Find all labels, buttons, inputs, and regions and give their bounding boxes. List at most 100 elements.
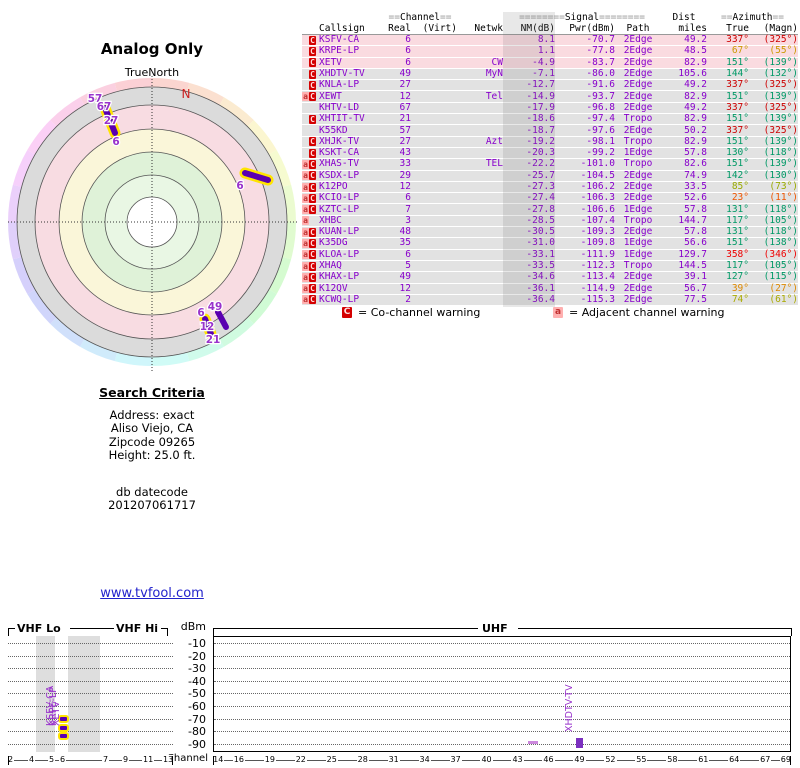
cell-azimuth-true: 151° xyxy=(726,237,749,249)
channel-tick: 34 xyxy=(418,755,431,764)
cell-real: 6 xyxy=(405,45,411,57)
adjacent-flag: a xyxy=(302,250,309,260)
table-header-groups: ==Channel== ========Signal======== Dist ==A… xyxy=(302,12,798,23)
cell-azimuth-true: 39° xyxy=(731,282,749,294)
uhf-bracket-left xyxy=(213,628,220,636)
cell-azimuth-magn: (346°) xyxy=(763,248,798,260)
dbm-tick-label: -90 xyxy=(188,737,206,751)
gridline xyxy=(8,731,173,733)
gridline xyxy=(8,693,173,695)
cell-callsign: XHTIT-TV xyxy=(319,113,365,125)
gridline xyxy=(214,680,790,682)
co-channel-flag xyxy=(309,126,316,135)
cell-azimuth-magn: (138°) xyxy=(763,237,798,249)
channel-label: 21 xyxy=(206,334,221,346)
column-header: True xyxy=(726,22,749,34)
adjacent-flag: a xyxy=(302,238,309,248)
cell-callsign: XHBC xyxy=(319,214,342,226)
cell-nm: -7.1 xyxy=(532,68,555,80)
cell-path: 2Edge xyxy=(623,192,653,204)
cell-callsign: KSDX-LP xyxy=(319,169,360,181)
adjacent-flag: a xyxy=(302,216,309,226)
cell-real: 48 xyxy=(399,226,411,238)
column-header: miles xyxy=(678,22,707,34)
cell-callsign: XHAS-TV xyxy=(319,158,360,170)
adjacent-flag: a xyxy=(302,92,309,102)
uhf-bracket-line-l xyxy=(219,628,478,629)
channel-tick: 31 xyxy=(387,755,400,764)
cell-path: 1Edge xyxy=(623,147,653,159)
cell-nm: -19.2 xyxy=(526,135,555,147)
cell-miles: 49.2 xyxy=(684,79,707,91)
channel-tick: 16 xyxy=(232,755,245,764)
tvfool-link[interactable]: www.tvfool.com xyxy=(100,586,204,601)
cell-netwk: Tel xyxy=(485,90,503,102)
cell-real: 35 xyxy=(399,237,411,249)
cell-miles: 144.5 xyxy=(678,260,707,272)
cell-azimuth-true: 151° xyxy=(726,56,749,68)
cell-real: 6 xyxy=(405,192,411,204)
legend-cochannel: C = Co-channel warning xyxy=(342,306,480,319)
cell-azimuth-true: 131° xyxy=(726,226,749,238)
co-channel-flag: C xyxy=(309,295,316,305)
channel-tick: 46 xyxy=(542,755,555,764)
cell-nm: 1.1 xyxy=(537,45,555,57)
gridline xyxy=(8,643,173,644)
gridline xyxy=(214,731,790,733)
adjacent-flag xyxy=(302,58,309,67)
cell-miles: 77.5 xyxy=(684,293,707,305)
dbm-tick-label: -20 xyxy=(188,649,206,663)
cell-azimuth-true: 23° xyxy=(731,192,749,204)
uhf-bracket-line-r xyxy=(518,628,786,629)
cell-callsign: KCIO-LP xyxy=(319,192,360,204)
cell-miles: 57.8 xyxy=(684,147,707,159)
cell-nm: -36.4 xyxy=(526,293,555,305)
db-datecode-line: 201207061717 xyxy=(108,498,196,512)
cell-miles: 57.8 xyxy=(684,226,707,238)
table-row: a C XHAS-TV 33 TEL -22.2 -101.0 Tropo 82.6 151° (1… xyxy=(302,158,798,171)
signal-table: ==Channel== ========Signal======== Dist ==A… xyxy=(302,12,798,307)
table-row: C KRPE-LP 6 1.1 -77.8 2Edge 48.5 67° (55°) xyxy=(302,45,798,58)
uhf-bracket-right xyxy=(785,628,792,636)
cell-real: 67 xyxy=(399,101,411,113)
cell-miles: 39.1 xyxy=(684,271,707,283)
cell-nm: -33.1 xyxy=(526,248,555,260)
co-channel-flag xyxy=(309,103,316,112)
cell-nm: -17.9 xyxy=(526,101,555,113)
cell-pwr: -83.7 xyxy=(586,56,615,68)
column-header: Path xyxy=(626,22,650,34)
co-channel-flag: C xyxy=(309,80,316,90)
cell-real: 12 xyxy=(399,90,411,102)
cell-netwk: Azt xyxy=(485,135,503,147)
cell-callsign: KNLA-LP xyxy=(319,79,360,91)
cell-real: 3 xyxy=(405,214,411,226)
cell-path: 2Edge xyxy=(623,90,653,102)
channel-label: 6 xyxy=(236,180,243,192)
channel-tick: 37 xyxy=(449,755,462,764)
adjacent-flag: a xyxy=(302,205,309,215)
cell-netwk: TEL xyxy=(485,158,503,170)
cell-path: Tropo xyxy=(623,260,653,272)
adjacent-flag xyxy=(302,70,309,79)
cell-path: 1Edge xyxy=(623,203,653,215)
cell-path: 2Edge xyxy=(623,181,653,192)
cell-path: 1Edge xyxy=(623,248,653,260)
channel-tick: 22 xyxy=(294,755,307,764)
callsign-vertical-label: XHDTV-TV xyxy=(564,684,576,732)
cell-pwr: -98.1 xyxy=(586,135,615,147)
co-channel-flag: C xyxy=(309,137,316,147)
search-criteria-line: Height: 25.0 ft. xyxy=(108,448,196,462)
cell-pwr: -91.6 xyxy=(586,79,615,91)
cell-nm: -18.7 xyxy=(526,124,555,136)
azimuth-radar-chart: TrueNorthN576727666 491221 xyxy=(8,66,298,372)
gridline xyxy=(8,655,173,657)
header-azimuth-group: ==Azimuth== xyxy=(721,11,784,23)
column-header: (Magn) xyxy=(763,22,798,34)
cell-nm: -27.3 xyxy=(526,181,555,192)
cell-callsign: KZTC-LP xyxy=(319,203,360,215)
cell-path: 2Edge xyxy=(623,56,653,68)
adjacent-flag xyxy=(302,149,309,158)
cell-real: 5 xyxy=(405,260,411,272)
cell-nm: -25.7 xyxy=(526,169,555,181)
uhf-label: UHF xyxy=(482,622,508,635)
